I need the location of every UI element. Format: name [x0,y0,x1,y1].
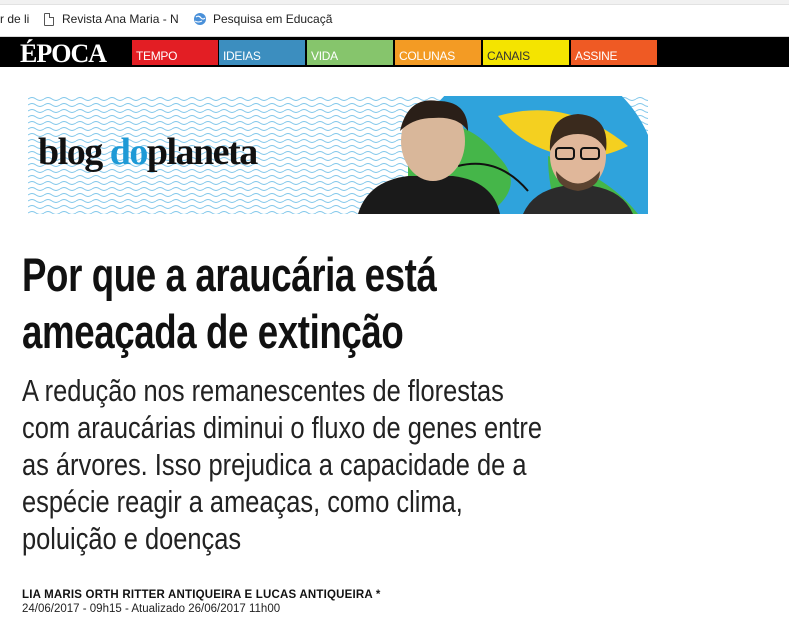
epoca-logo[interactable]: ÉPOCA [20,39,107,69]
article-headline: Por que a araucária está ameaçada de ext… [22,248,437,358]
article-subtitle: A redução nos remanescentes de florestas… [22,373,542,556]
blog-word-do: do [109,131,149,173]
page-icon [44,12,54,26]
blog-title: blog doplaneta [38,130,258,174]
nav-assine[interactable]: ASSINE [571,40,657,65]
nav-tempo[interactable]: TEMPO [132,40,218,65]
blog-word-planeta: planeta [146,131,258,173]
blog-word-blog: blog [38,131,103,173]
globe-icon [194,13,206,25]
article-authors[interactable]: LIA MARIS ORTH RITTER ANTIQUEIRA E LUCAS… [22,589,381,601]
article-dates: 24/06/2017 - 09h15 - Atualizado 26/06/20… [22,603,281,615]
nav-colunas[interactable]: COLUNAS [395,40,481,65]
bookmark-label: Pesquisa em Educaçã [213,12,333,26]
nav-canais[interactable]: CANAIS [483,40,569,65]
nav-ideias[interactable]: IDEIAS [219,40,305,65]
site-navbar: ÉPOCA TEMPO IDEIAS VIDA COLUNAS CANAIS A… [0,37,789,69]
blog-banner[interactable]: blog doplaneta [28,96,648,214]
nav-vida[interactable]: VIDA [307,40,393,65]
bookmark-truncated[interactable]: r de li [0,11,30,27]
bookmark-revista-ana-maria[interactable]: Revista Ana Maria - N [44,11,194,27]
bookmark-label: r de li [0,12,30,26]
bookmark-pesquisa-educacao[interactable]: Pesquisa em Educaçã [193,11,343,27]
bookmarks-bar: r de li Revista Ana Maria - N Pesquisa e… [0,0,789,37]
tab-strip-edge [0,0,789,5]
bookmark-label: Revista Ana Maria - N [62,12,179,26]
